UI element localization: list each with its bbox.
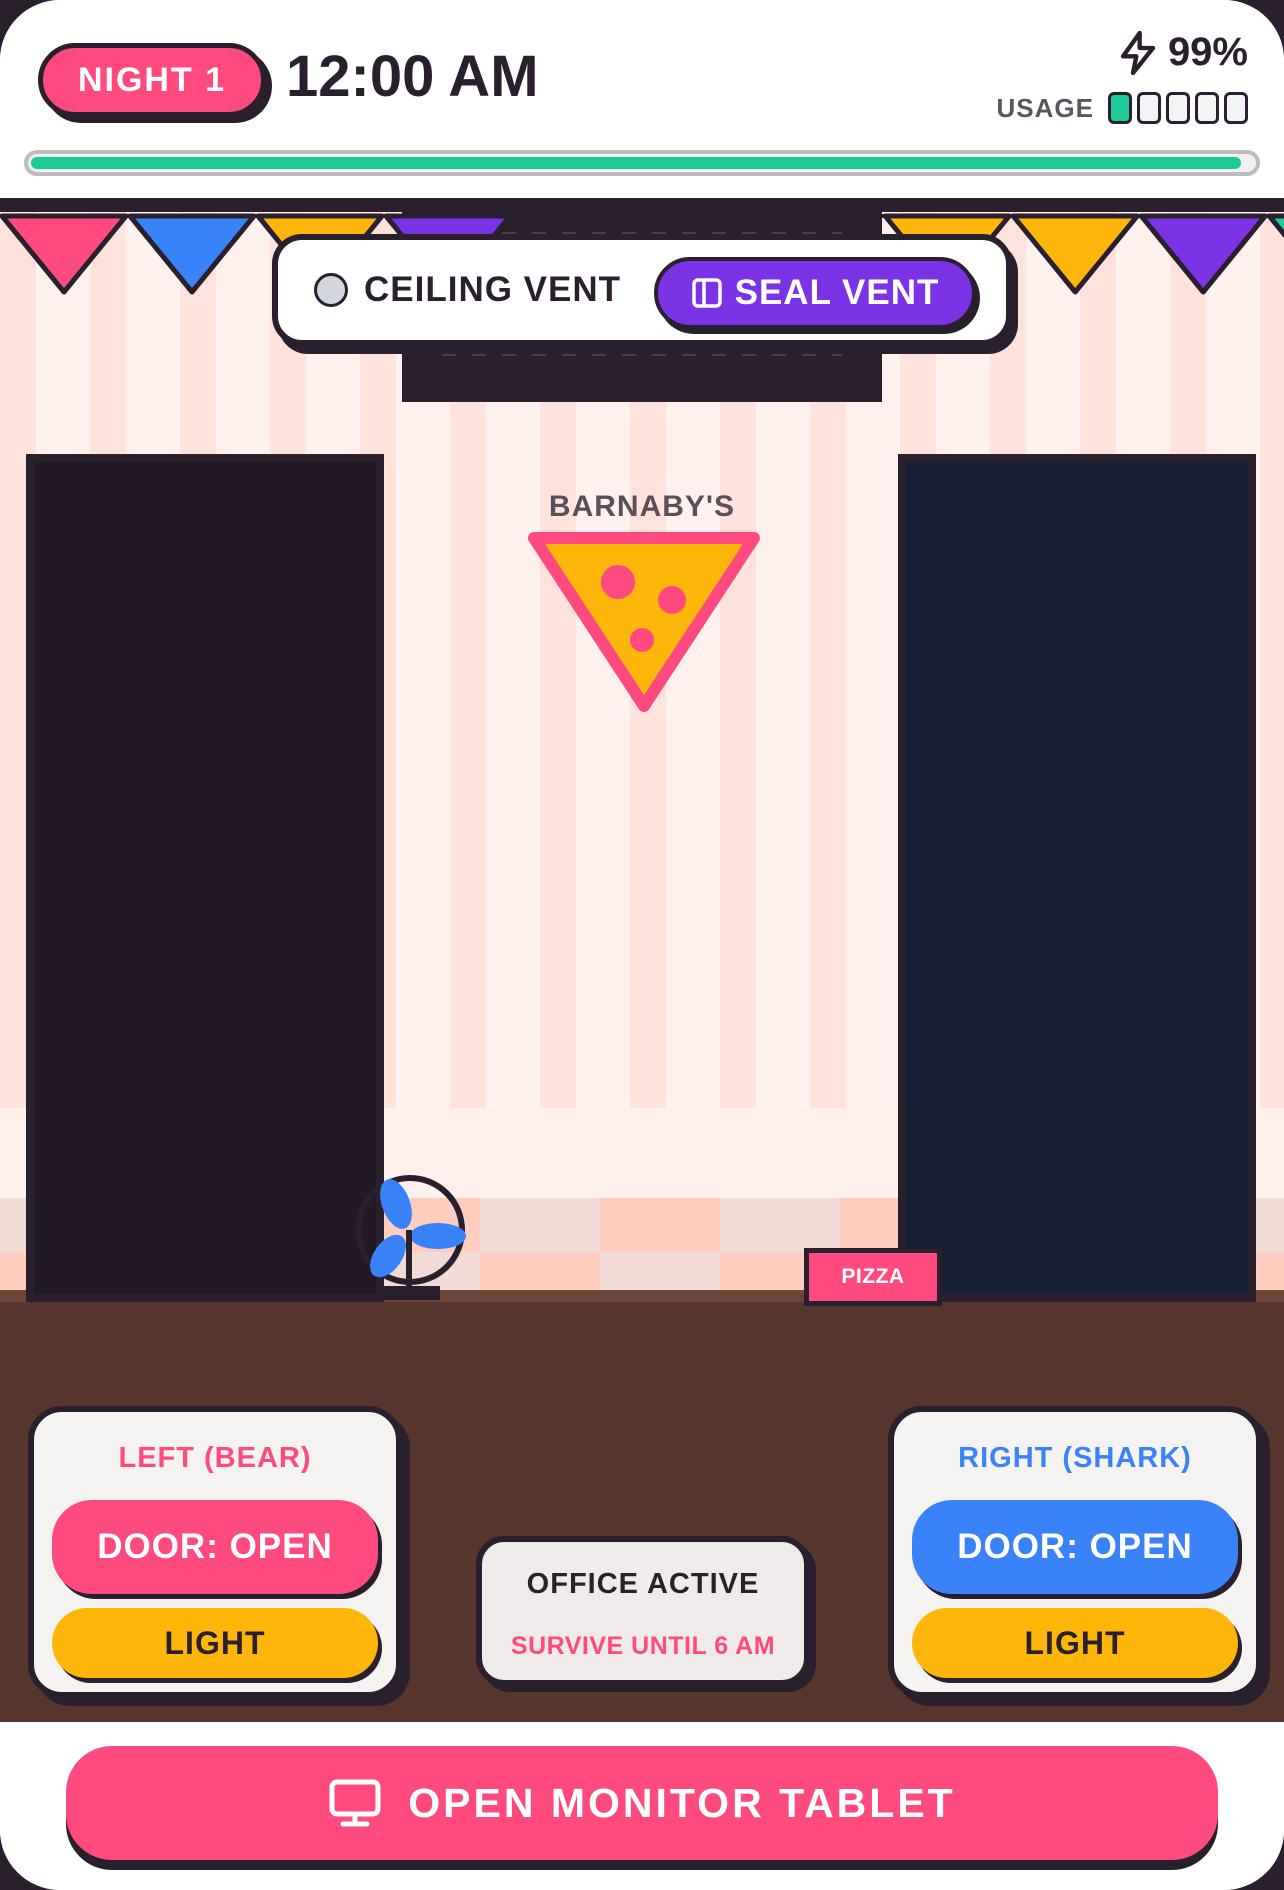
power-percent: 99% (1167, 30, 1248, 74)
night-progress-fill (31, 157, 1241, 169)
open-monitor-button[interactable]: OPEN MONITOR TABLET (66, 1746, 1218, 1860)
open-monitor-label: OPEN MONITOR TABLET (408, 1779, 956, 1826)
seal-vent-label: SEAL VENT (734, 273, 940, 312)
bunting-flag (0, 213, 129, 295)
monitor-icon (329, 1779, 381, 1827)
right-door-button[interactable]: DOOR: OPEN (912, 1500, 1238, 1594)
usage-meter (1108, 92, 1248, 124)
restaurant-sign-title: BARNABY'S (548, 490, 736, 523)
office-scene: BARNABY'S PIZZA CEILING VENT SEAL VENT L… (0, 198, 1284, 1722)
usage-segment (1166, 92, 1190, 124)
left-door-button[interactable]: DOOR: OPEN (52, 1500, 378, 1594)
usage-segment (1195, 92, 1219, 124)
vent-label: CEILING VENT (364, 270, 622, 309)
left-panel-title: LEFT (BEAR) (118, 1442, 312, 1474)
left-doorway (26, 454, 384, 1302)
vent-status-indicator (314, 273, 348, 307)
desk-fan-icon (355, 1175, 466, 1300)
night-progress-bar (24, 150, 1260, 176)
right-panel-title: RIGHT (SHARK) (958, 1442, 1192, 1474)
seal-vent-button[interactable]: SEAL VENT (654, 257, 976, 329)
pizza-box: PIZZA (804, 1248, 942, 1306)
usage-segment (1137, 92, 1161, 124)
usage-segment (1108, 92, 1132, 124)
bunting-flag (127, 213, 257, 295)
lightning-icon (1120, 30, 1156, 75)
bunting-flag (1138, 213, 1268, 295)
bottom-bar: OPEN MONITOR TABLET (0, 1722, 1284, 1890)
night-badge: NIGHT 1 (38, 43, 266, 117)
right-light-button[interactable]: LIGHT (912, 1608, 1238, 1678)
office-status-title: OFFICE ACTIVE (526, 1568, 760, 1600)
right-doorway (898, 454, 1256, 1302)
right-door-controls: RIGHT (SHARK) DOOR: OPEN LIGHT (888, 1406, 1262, 1698)
usage-segment (1224, 92, 1248, 124)
panel-icon (691, 278, 722, 308)
power-usage: USAGE (997, 92, 1248, 124)
left-door-controls: LEFT (BEAR) DOOR: OPEN LIGHT (28, 1406, 402, 1698)
top-hud: NIGHT 1 12:00 AM 99% USAGE (0, 0, 1284, 198)
game-clock: 12:00 AM (286, 44, 539, 109)
pizza-slice-icon (528, 532, 760, 712)
left-light-button[interactable]: LIGHT (52, 1608, 378, 1678)
usage-label: USAGE (996, 92, 1094, 123)
office-status-panel: OFFICE ACTIVE SURVIVE UNTIL 6 AM (476, 1536, 810, 1686)
office-status-subtitle: SURVIVE UNTIL 6 AM (510, 1632, 776, 1660)
game-frame: NIGHT 1 12:00 AM 99% USAGE BARNABY'S PIZ… (0, 0, 1284, 1890)
power-readout: 99% (1118, 30, 1248, 75)
bunting-flag (1266, 213, 1284, 239)
vent-control-panel: CEILING VENT SEAL VENT (272, 234, 1012, 346)
bunting-flag (1010, 213, 1140, 295)
